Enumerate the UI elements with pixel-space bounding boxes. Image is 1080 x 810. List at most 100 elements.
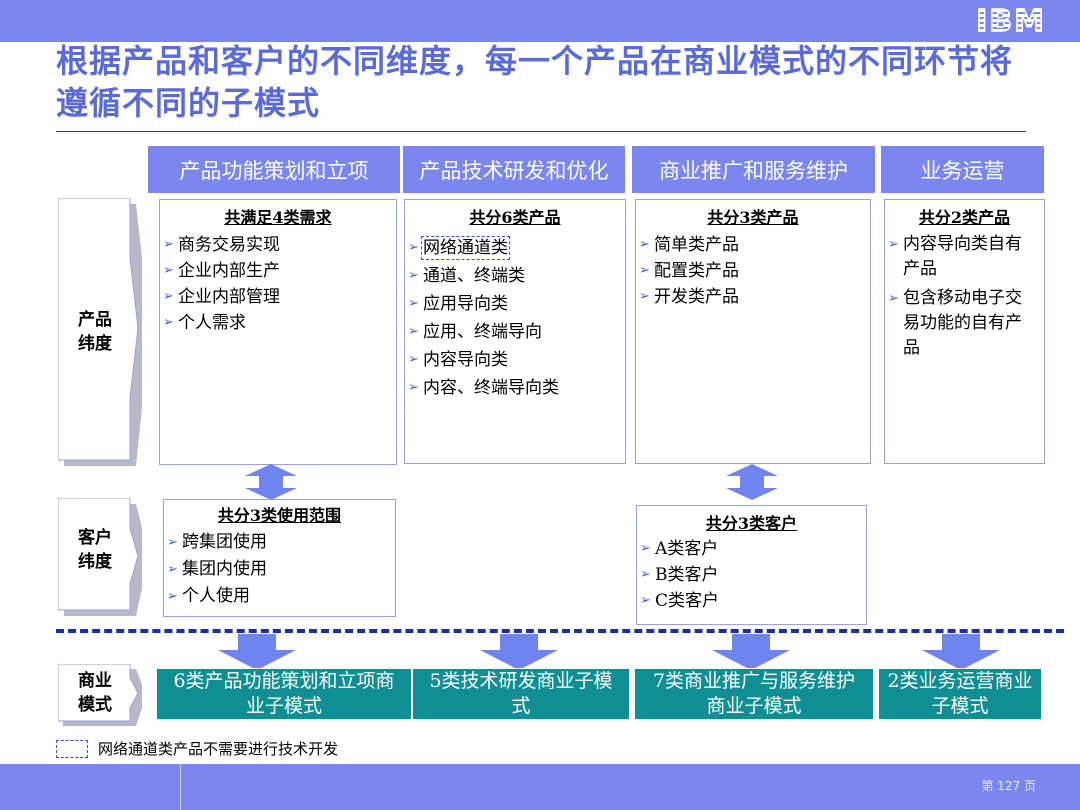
row-label-product: 产品 纬度 [58, 198, 142, 470]
list-item: ➢ 简单类产品 [636, 232, 870, 258]
list-item: ➢ 商务交易实现 [160, 232, 396, 258]
row-label-business: 商业 模式 [58, 664, 142, 726]
row-label-text: 客户 纬度 [58, 526, 132, 574]
business-model-operations: 2类业务运营商业子模式 [878, 668, 1042, 720]
footer-bar [0, 764, 1080, 810]
customer-box-types: 共分3类客户 ➢ A类客户 ➢ B类客户 ➢ C类客户 [636, 505, 867, 625]
list-item: ➢ 包含移动电子交易功能的自有产品 [885, 286, 1044, 361]
arrow-bullet-icon: ➢ [640, 541, 651, 556]
arrow-bullet-icon: ➢ [163, 315, 174, 330]
customer-box-scope: 共分3类使用范围 ➢ 跨集团使用 ➢ 集团内使用 ➢ 个人使用 [163, 499, 396, 617]
row-label-business-line1: 商业 [78, 671, 112, 691]
box-title: 共满足4类需求 [224, 208, 332, 227]
list-item-text: 商务交易实现 [178, 235, 280, 255]
arrow-bullet-icon: ➢ [167, 535, 178, 550]
box-title: 共分3类使用范围 [217, 506, 342, 525]
page-number: 第 127 页 [981, 779, 1036, 793]
list-item-text: B类客户 [655, 565, 719, 585]
product-box-operations: 共分2类产品 ➢ 内容导向类自有产品 ➢ 包含移动电子交易功能的自有产品 [884, 199, 1045, 464]
row-label-text: 商业 模式 [58, 669, 132, 717]
legend-note: 网络通道类产品不需要进行技术开发 [98, 740, 339, 758]
row-label-customer-line1: 客户 [78, 528, 112, 548]
column-header-operations: 业务运营 [881, 146, 1044, 193]
business-model-planning: 6类产品功能策划和立项商业子模式 [156, 668, 412, 720]
list-item-text: 应用、终端导向 [423, 322, 542, 342]
arrow-bullet-icon: ➢ [888, 291, 899, 306]
list-item-text: 个人使用 [182, 586, 250, 606]
page-title: 根据产品和客户的不同维度，每一个产品在商业模式的不同环节将遵循不同的子模式 [56, 42, 1014, 122]
list-item-text-highlighted: 网络通道类 [421, 236, 510, 260]
list-item: ➢ 配置类产品 [636, 258, 870, 284]
arrow-bullet-icon: ➢ [163, 289, 174, 304]
list-item: ➢ B类客户 [637, 562, 866, 588]
list-item: ➢ 内容导向类 [405, 346, 625, 374]
list-item: ➢ 应用、终端导向 [405, 318, 625, 346]
list-item: ➢ 集团内使用 [164, 556, 395, 583]
list-item: ➢ 网络通道类 [405, 234, 625, 262]
list-item: ➢ 应用导向类 [405, 290, 625, 318]
list-item-text: 跨集团使用 [182, 532, 267, 552]
legend-dashed-box [56, 740, 88, 758]
arrow-bullet-icon: ➢ [639, 237, 650, 252]
row-label-product-line2: 纬度 [78, 334, 112, 354]
arrow-bullet-icon: ➢ [408, 268, 419, 283]
list-item: ➢ 企业内部管理 [160, 284, 396, 310]
list-item: ➢ 个人使用 [164, 583, 395, 610]
arrow-bullet-icon: ➢ [408, 296, 419, 311]
list-item-text: 开发类产品 [654, 287, 739, 307]
list-item-text: 内容导向类自有产品 [903, 234, 1022, 279]
section-divider [56, 629, 1064, 633]
row-label-product-line1: 产品 [78, 310, 112, 330]
box-title: 共分2类产品 [918, 208, 1011, 227]
arrow-bullet-icon: ➢ [639, 263, 650, 278]
row-label-customer: 客户 纬度 [58, 498, 142, 618]
arrow-bullet-icon: ➢ [408, 240, 419, 255]
list-item-text: 应用导向类 [423, 294, 508, 314]
list-item-text: 企业内部生产 [178, 261, 280, 281]
list-item-text: 个人需求 [178, 313, 246, 333]
product-box-planning: 共满足4类需求 ➢ 商务交易实现 ➢ 企业内部生产 ➢ 企业内部管理 ➢ 个人需求 [159, 199, 397, 465]
arrow-bullet-icon: ➢ [163, 263, 174, 278]
list-item: ➢ 跨集团使用 [164, 529, 395, 556]
list-item-text: 集团内使用 [182, 559, 267, 579]
column-header-promotion: 商业推广和服务维护 [632, 146, 875, 193]
ibm-logo: IBM [975, 3, 1046, 40]
double-arrow-icon [726, 464, 778, 500]
arrow-bullet-icon: ➢ [163, 237, 174, 252]
title-rule [56, 131, 1026, 132]
down-arrow-icon [712, 634, 790, 670]
list-item-text: A类客户 [655, 539, 719, 559]
product-box-promotion: 共分3类产品 ➢ 简单类产品 ➢ 配置类产品 ➢ 开发类产品 [635, 199, 871, 464]
list-item: ➢ 开发类产品 [636, 284, 870, 310]
row-label-business-line2: 模式 [78, 695, 112, 715]
product-box-rnd: 共分6类产品 ➢ 网络通道类 ➢ 通道、终端类 ➢ 应用导向类 ➢ 应用、终端导向 ➢ 内… [404, 199, 626, 464]
business-model-promotion: 7类商业推广与服务维护商业子模式 [634, 668, 874, 720]
list-item-text: 配置类产品 [654, 261, 739, 281]
list-item: ➢ C类客户 [637, 588, 866, 614]
arrow-bullet-icon: ➢ [639, 289, 650, 304]
column-header-rnd: 产品技术研发和优化 [403, 146, 625, 193]
arrow-bullet-icon: ➢ [408, 380, 419, 395]
arrow-bullet-icon: ➢ [640, 567, 651, 582]
box-title: 共分3类客户 [705, 514, 798, 533]
row-label-customer-line2: 纬度 [78, 552, 112, 572]
list-item: ➢ 个人需求 [160, 310, 396, 336]
down-arrow-icon [480, 634, 558, 670]
list-item-text: 内容、终端导向类 [423, 378, 559, 398]
list-item: ➢ 内容、终端导向类 [405, 374, 625, 402]
arrow-bullet-icon: ➢ [167, 589, 178, 604]
list-item: ➢ 内容导向类自有产品 [885, 232, 1044, 282]
arrow-bullet-icon: ➢ [640, 593, 651, 608]
business-model-rnd: 5类技术研发商业子模式 [412, 668, 630, 720]
arrow-bullet-icon: ➢ [408, 324, 419, 339]
arrow-bullet-icon: ➢ [167, 562, 178, 577]
double-arrow-icon [245, 464, 297, 500]
row-label-text: 产品 纬度 [58, 308, 132, 356]
list-item: ➢ 企业内部生产 [160, 258, 396, 284]
list-item-text: 企业内部管理 [178, 287, 280, 307]
box-title: 共分6类产品 [469, 208, 561, 227]
down-arrow-icon [922, 634, 1000, 670]
list-item: ➢ A类客户 [637, 536, 866, 562]
list-item-text: 通道、终端类 [423, 266, 525, 286]
down-arrow-icon [218, 634, 296, 670]
